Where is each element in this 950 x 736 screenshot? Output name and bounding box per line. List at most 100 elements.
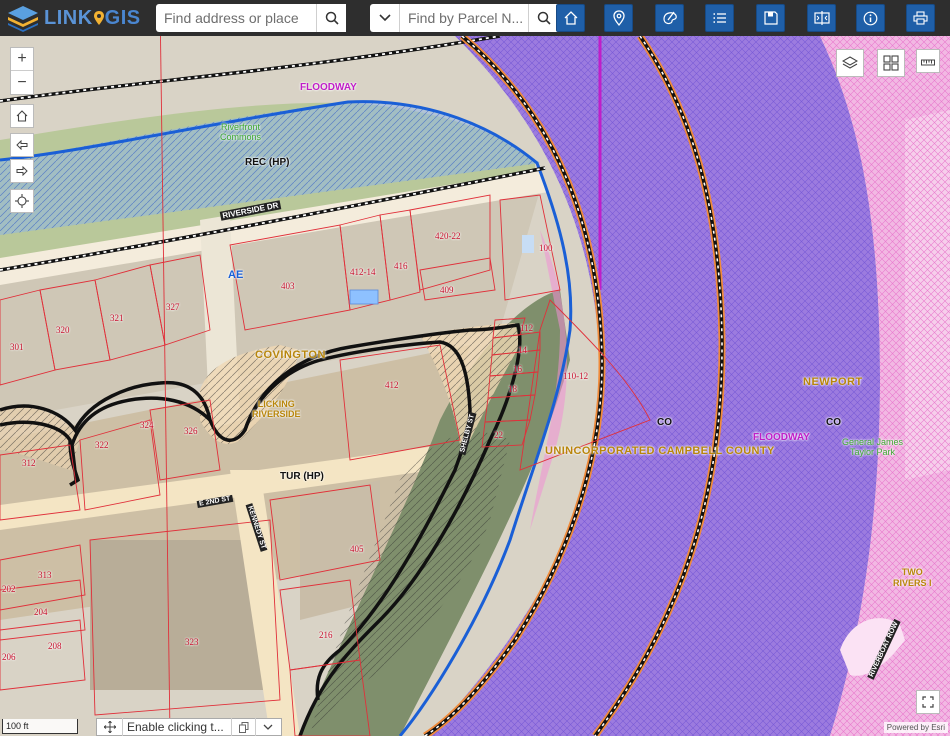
location-tool-button[interactable] <box>604 4 633 32</box>
parcel-number-label: 405 <box>350 544 364 554</box>
linkgis-logo[interactable]: LINK GIS <box>6 3 146 33</box>
home-icon <box>16 110 28 122</box>
address-search-box <box>156 4 346 32</box>
click-toggle-widget: Enable clicking t... <box>96 718 282 736</box>
parcel-search-box <box>370 4 558 32</box>
compare-tool-button[interactable] <box>807 4 836 32</box>
locate-me-button[interactable] <box>10 189 34 213</box>
info-icon <box>863 11 878 25</box>
parcel-number-label: 112 <box>520 323 534 333</box>
parcel-number-label: 14 <box>518 345 527 355</box>
covington-label: COVINGTON <box>255 349 326 361</box>
previous-extent-button[interactable] <box>10 133 34 157</box>
basemap-tool-button[interactable] <box>655 4 684 32</box>
parcel-number-label: 312 <box>22 458 36 468</box>
fullscreen-icon <box>922 696 934 708</box>
newport-label: NEWPORT <box>803 376 863 388</box>
parcel-number-label: 324 <box>140 420 154 430</box>
zoom-control: + − <box>10 47 34 95</box>
parcel-number-label: 301 <box>10 342 24 352</box>
copy-button[interactable] <box>231 718 255 736</box>
esri-attribution[interactable]: Powered by Esri <box>883 722 948 733</box>
parcel-number-label: 412-14 <box>350 267 376 277</box>
home-tool-button[interactable] <box>556 4 585 32</box>
unincorporated-label: UNINCORPORATED CAMPBELL COUNTY <box>545 445 775 457</box>
list-icon <box>713 13 726 23</box>
chevron-down-icon <box>263 724 272 730</box>
ruler-icon <box>921 59 935 66</box>
two-rivers-label: TWO RIVERS I <box>893 567 932 588</box>
arrow-right-icon <box>16 166 28 176</box>
default-extent-button[interactable] <box>10 104 34 128</box>
parcel-search-input[interactable] <box>400 4 528 32</box>
parcel-number-label: 202 <box>2 584 16 594</box>
co-label-1: CO <box>657 417 672 428</box>
parcel-number-label: 18 <box>508 384 517 394</box>
grid-icon <box>883 55 899 71</box>
click-toggle-icon-button[interactable] <box>97 718 123 736</box>
parcel-number-label: 322 <box>95 440 109 450</box>
rec-hp-label: REC (HP) <box>245 157 290 168</box>
parcel-number-label: 323 <box>185 637 199 647</box>
parcel-number-label: 420-22 <box>435 231 461 241</box>
move-icon <box>103 721 116 733</box>
app-root: FLOODWAY Riverfront Commons REC (HP) RIV… <box>0 0 950 736</box>
logo-pin-icon <box>93 11 104 25</box>
swipe-icon <box>813 11 830 25</box>
parcel-number-label: 204 <box>34 607 48 617</box>
parcel-number-label: 327 <box>166 302 180 312</box>
layers-widget-button[interactable] <box>836 49 864 77</box>
parcel-number-label: 320 <box>56 325 70 335</box>
click-toggle-label[interactable]: Enable clicking t... <box>123 720 231 734</box>
parcel-number-label: 22 <box>494 430 503 440</box>
click-toggle-dropdown[interactable] <box>255 718 279 736</box>
search-icon <box>537 11 551 25</box>
chevron-down-icon <box>378 14 391 22</box>
scale-bar-label: 100 ft <box>6 721 29 731</box>
parcel-number-label: 216 <box>319 630 333 640</box>
next-extent-button[interactable] <box>10 159 34 183</box>
parcel-number-label: 412 <box>385 380 399 390</box>
parcel-number-label: 313 <box>38 570 52 580</box>
map-pin-icon <box>612 10 625 26</box>
layers-icon <box>842 56 858 69</box>
home-icon <box>564 11 577 25</box>
top-toolbar: LINK GIS <box>0 0 950 36</box>
basemap-gallery-button[interactable] <box>877 49 905 77</box>
layer-list-tool-button[interactable] <box>705 4 734 32</box>
floodway-label-right: FLOODWAY <box>753 432 810 443</box>
floodway-label-top: FLOODWAY <box>300 82 357 93</box>
save-icon <box>763 11 778 25</box>
scale-bar: 100 ft <box>2 719 78 734</box>
parcel-number-label: 403 <box>281 281 295 291</box>
parcel-number-label: 416 <box>394 261 408 271</box>
crosshair-icon <box>15 194 29 208</box>
parcel-number-label: 206 <box>2 652 16 662</box>
logo-text-link: LINK <box>44 6 93 29</box>
parcel-number-label: 409 <box>440 285 454 295</box>
measure-button[interactable] <box>916 49 940 73</box>
save-tool-button[interactable] <box>756 4 785 32</box>
copy-icon <box>238 721 248 733</box>
logo-text-gis: GIS <box>104 6 141 29</box>
zoom-in-button[interactable]: + <box>11 48 33 71</box>
arrow-left-icon <box>16 140 28 150</box>
parcel-number-label: 326 <box>184 426 198 436</box>
search-source-dropdown[interactable] <box>370 4 400 32</box>
general-james-taylor-park-label: General James Taylor Park <box>842 437 904 457</box>
parcel-search-button[interactable] <box>528 4 558 32</box>
parcel-number-label: 321 <box>110 313 124 323</box>
zoom-out-button[interactable]: − <box>11 71 33 94</box>
palette-icon <box>662 11 677 25</box>
address-search-input[interactable] <box>156 4 314 32</box>
licking-riverside-label: LICKING RIVERSIDE <box>252 399 301 419</box>
print-tool-button[interactable] <box>906 4 935 32</box>
parcel-number-label: 110-12 <box>563 371 589 381</box>
fullscreen-button[interactable] <box>916 690 940 714</box>
map-view[interactable]: FLOODWAY Riverfront Commons REC (HP) RIV… <box>0 0 950 736</box>
ae-zone-label: AE <box>228 269 244 281</box>
info-tool-button[interactable] <box>856 4 885 32</box>
address-search-button[interactable] <box>316 4 346 32</box>
logo-layers-icon <box>8 6 38 32</box>
parcel-number-label: 16 <box>513 364 522 374</box>
